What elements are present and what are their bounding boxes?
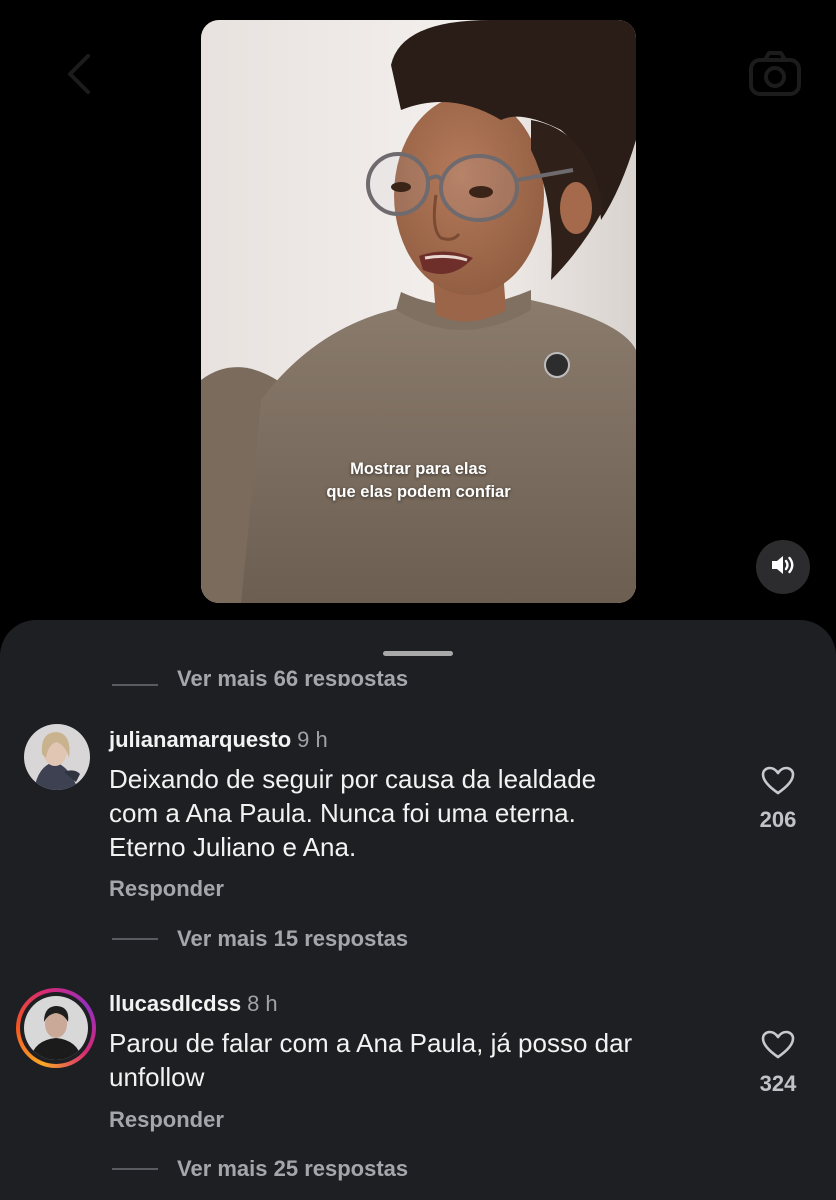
comment-header: julianamarquesto 9 h bbox=[109, 727, 328, 753]
reply-button[interactable]: Responder bbox=[109, 876, 224, 902]
heart-outline-icon[interactable] bbox=[761, 766, 795, 800]
comment-username[interactable]: llucasdlcdss bbox=[109, 991, 241, 1016]
view-more-replies-label: Ver mais 25 respostas bbox=[177, 1156, 409, 1181]
view-more-replies-link[interactable]: Ver mais 15 respostas bbox=[112, 924, 408, 954]
caption-line-2: que elas podem confiar bbox=[326, 483, 511, 501]
avatar[interactable] bbox=[24, 724, 90, 790]
back-icon[interactable] bbox=[62, 52, 98, 96]
view-more-replies-label: Ver mais 66 respostas bbox=[177, 666, 409, 686]
comments-sheet: Ver mais 66 respostas julianamarquesto 9 … bbox=[0, 620, 836, 1200]
like-control[interactable]: 324 bbox=[748, 1030, 808, 1097]
comment-line: Deixando de seguir por causa da lealdade bbox=[109, 764, 597, 794]
comment-line: com a Ana Paula. Nunca foi uma eterna. bbox=[109, 798, 576, 828]
view-more-replies-link[interactable]: Ver mais 25 respostas bbox=[112, 1154, 408, 1184]
comment-header: llucasdlcdss 8 h bbox=[109, 991, 278, 1017]
caption-line-1: Mostrar para elas bbox=[350, 460, 487, 478]
comment-body: Deixando de seguir por causa da lealdade… bbox=[109, 762, 729, 864]
avatar-story-ring[interactable] bbox=[16, 988, 96, 1068]
sheet-drag-handle[interactable] bbox=[383, 651, 453, 656]
video-caption: Mostrar para elas que elas podem confiar bbox=[201, 458, 636, 504]
camera-icon[interactable] bbox=[748, 50, 802, 98]
comment-timestamp: 8 h bbox=[247, 991, 278, 1016]
avatar bbox=[24, 996, 88, 1060]
reply-button[interactable]: Responder bbox=[109, 1107, 224, 1133]
like-control[interactable]: 206 bbox=[748, 766, 808, 833]
comment-line: unfollow bbox=[109, 1062, 205, 1092]
view-more-replies-label: Ver mais 15 respostas bbox=[177, 926, 409, 951]
like-count: 206 bbox=[759, 807, 797, 832]
comment-line: Parou de falar com a Ana Paula, já posso… bbox=[109, 1028, 633, 1058]
comment-username[interactable]: julianamarquesto bbox=[109, 727, 291, 752]
reply-thread-line bbox=[112, 684, 158, 686]
video-player[interactable]: Mostrar para elas que elas podem confiar bbox=[201, 20, 636, 603]
reply-thread-line bbox=[112, 938, 158, 940]
reply-thread-line bbox=[112, 1168, 158, 1170]
like-count: 324 bbox=[759, 1071, 797, 1096]
video-frame-image bbox=[201, 20, 636, 603]
reel-screen: Mostrar para elas que elas podem confiar… bbox=[0, 0, 836, 1200]
heart-outline-icon[interactable] bbox=[761, 1030, 795, 1064]
comment-line: Eterno Juliano e Ana. bbox=[109, 832, 357, 862]
sound-toggle-button[interactable] bbox=[756, 540, 810, 594]
comment-timestamp: 9 h bbox=[297, 727, 328, 752]
speaker-on-icon bbox=[770, 553, 796, 582]
view-more-replies-link[interactable]: Ver mais 66 respostas bbox=[112, 662, 408, 686]
comment-body: Parou de falar com a Ana Paula, já posso… bbox=[109, 1026, 729, 1094]
